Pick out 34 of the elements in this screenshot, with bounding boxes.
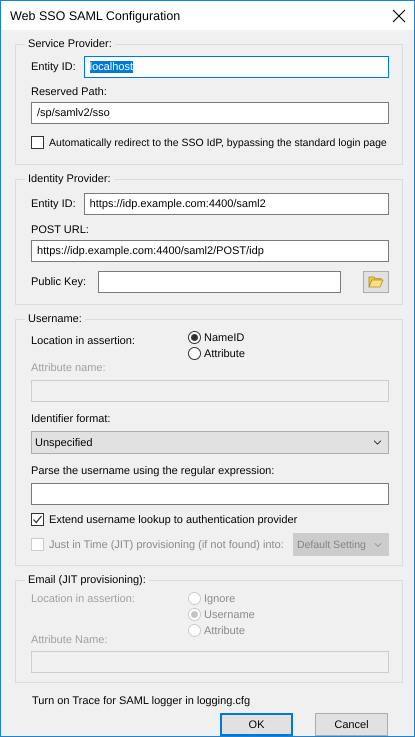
field-label: Location in assertion: xyxy=(31,335,136,347)
input-field[interactable]: localhost xyxy=(84,56,389,78)
input-field[interactable] xyxy=(31,483,389,505)
folder-icon xyxy=(368,276,384,288)
field-label: Entity ID: xyxy=(31,61,76,73)
checkbox[interactable]: Extend username lookup to authentication provider xyxy=(31,513,298,526)
field-label: Attribute Name: xyxy=(31,634,108,646)
input-field[interactable]: /sp/samlv2/sso xyxy=(31,102,389,124)
field-label: Public Key: xyxy=(31,276,86,288)
input-field[interactable]: https://idp.example.com:4400/saml2 xyxy=(84,193,389,215)
group-title: Identity Provider: xyxy=(27,173,112,185)
ok-button[interactable]: OK xyxy=(220,713,293,736)
field-label: Identifier format: xyxy=(31,413,112,425)
trace-note: Turn on Trace for SAML logger in logging.cfg xyxy=(32,695,252,707)
field-label: Parse the username using the regular expression: xyxy=(31,465,276,477)
group-title: Email (JIT provisioning): xyxy=(27,574,147,586)
field-label: POST URL: xyxy=(31,224,90,236)
field-label: Reserved Path: xyxy=(31,86,108,98)
field-label: Attribute name: xyxy=(31,362,107,374)
dropdown[interactable]: Unspecified xyxy=(31,431,389,454)
cancel-button[interactable]: Cancel xyxy=(315,713,388,736)
checkmark-icon xyxy=(32,514,43,525)
window-title: Web SSO SAML Configuration xyxy=(10,8,180,22)
group-title: Service Provider: xyxy=(27,38,113,50)
group-title: Username: xyxy=(27,313,83,325)
close-icon[interactable] xyxy=(392,8,406,22)
radio-button[interactable]: Attribute xyxy=(188,347,245,360)
field-label: Location in assertion: xyxy=(31,593,136,605)
input-field[interactable]: https://idp.example.com:4400/saml2/POST/idp xyxy=(31,240,389,262)
checkbox[interactable]: Automatically redirect to the SSO IdP, bypassing the standard login page xyxy=(31,136,387,149)
field-label: Entity ID: xyxy=(31,198,76,210)
browse-button[interactable] xyxy=(363,271,389,293)
input-field[interactable] xyxy=(98,271,342,293)
radio-button[interactable]: NameID xyxy=(188,331,245,344)
